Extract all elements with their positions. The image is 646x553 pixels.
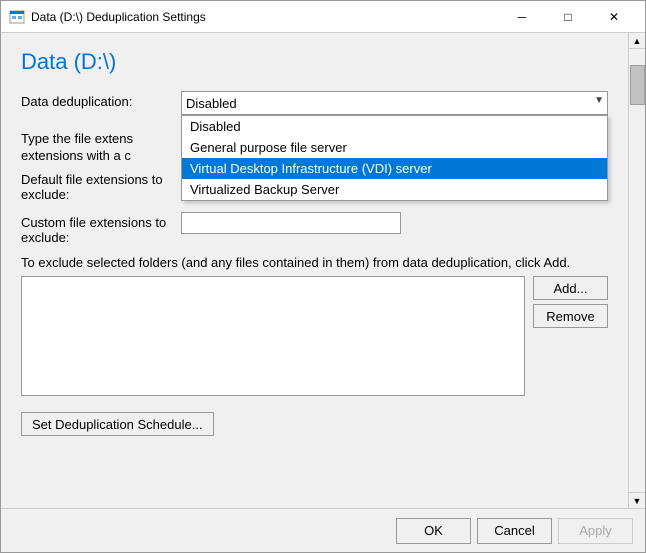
deduplication-dropdown[interactable]: Disabled	[181, 91, 608, 115]
window-icon	[9, 9, 25, 25]
custom-extensions-label: Custom file extensions to exclude:	[21, 212, 181, 245]
content-area: Data (D:\) Data deduplication: Disabled …	[1, 33, 645, 508]
window-title: Data (D:\) Deduplication Settings	[31, 10, 499, 24]
custom-extensions-input[interactable]	[181, 212, 401, 234]
schedule-row: Set Deduplication Schedule...	[21, 404, 608, 436]
custom-extensions-control	[181, 212, 401, 234]
dropdown-selected-value: Disabled	[186, 96, 237, 111]
bottom-bar: OK Cancel Apply	[1, 508, 645, 552]
window-controls: ─ □ ✕	[499, 1, 637, 33]
close-button[interactable]: ✕	[591, 1, 637, 33]
scrollbar[interactable]: ▲ ▼	[628, 33, 645, 508]
type-text-content: Type the file extens	[21, 131, 133, 146]
add-button[interactable]: Add...	[533, 276, 608, 300]
dropdown-option-general[interactable]: General purpose file server	[182, 137, 607, 158]
page-title: Data (D:\)	[21, 49, 608, 75]
scroll-up-button[interactable]: ▲	[629, 33, 645, 49]
folder-section: Add... Remove	[21, 276, 608, 396]
schedule-button[interactable]: Set Deduplication Schedule...	[21, 412, 214, 436]
dropdown-option-disabled[interactable]: Disabled	[182, 116, 607, 137]
main-window: Data (D:\) Deduplication Settings ─ □ ✕ …	[0, 0, 646, 553]
deduplication-dropdown-wrapper: Disabled ▼ Disabled General purpose file…	[181, 91, 608, 115]
minimize-button[interactable]: ─	[499, 1, 545, 33]
dropdown-option-vdi[interactable]: Virtual Desktop Infrastructure (VDI) ser…	[182, 158, 607, 179]
main-content: Data (D:\) Data deduplication: Disabled …	[1, 33, 628, 508]
default-extensions-label: Default file extensions to exclude:	[21, 169, 181, 202]
title-bar: Data (D:\) Deduplication Settings ─ □ ✕	[1, 1, 645, 33]
scroll-down-button[interactable]: ▼	[629, 492, 645, 508]
folder-section-text: To exclude selected folders (and any fil…	[21, 255, 608, 270]
folder-list	[21, 276, 525, 396]
dropdown-option-backup[interactable]: Virtualized Backup Server	[182, 179, 607, 200]
deduplication-control: Disabled ▼ Disabled General purpose file…	[181, 91, 608, 115]
deduplication-row: Data deduplication: Disabled ▼ Disabled …	[21, 91, 608, 115]
type-text-content-2: extensions with a c	[21, 148, 131, 163]
remove-button[interactable]: Remove	[533, 304, 608, 328]
ok-button[interactable]: OK	[396, 518, 471, 544]
deduplication-label: Data deduplication:	[21, 91, 181, 109]
folder-buttons: Add... Remove	[533, 276, 608, 396]
dropdown-options: Disabled General purpose file server Vir…	[181, 115, 608, 201]
apply-button[interactable]: Apply	[558, 518, 633, 544]
maximize-button[interactable]: □	[545, 1, 591, 33]
scroll-track	[629, 105, 645, 492]
scroll-thumb[interactable]	[630, 65, 645, 105]
custom-extensions-row: Custom file extensions to exclude:	[21, 212, 608, 245]
cancel-button[interactable]: Cancel	[477, 518, 552, 544]
